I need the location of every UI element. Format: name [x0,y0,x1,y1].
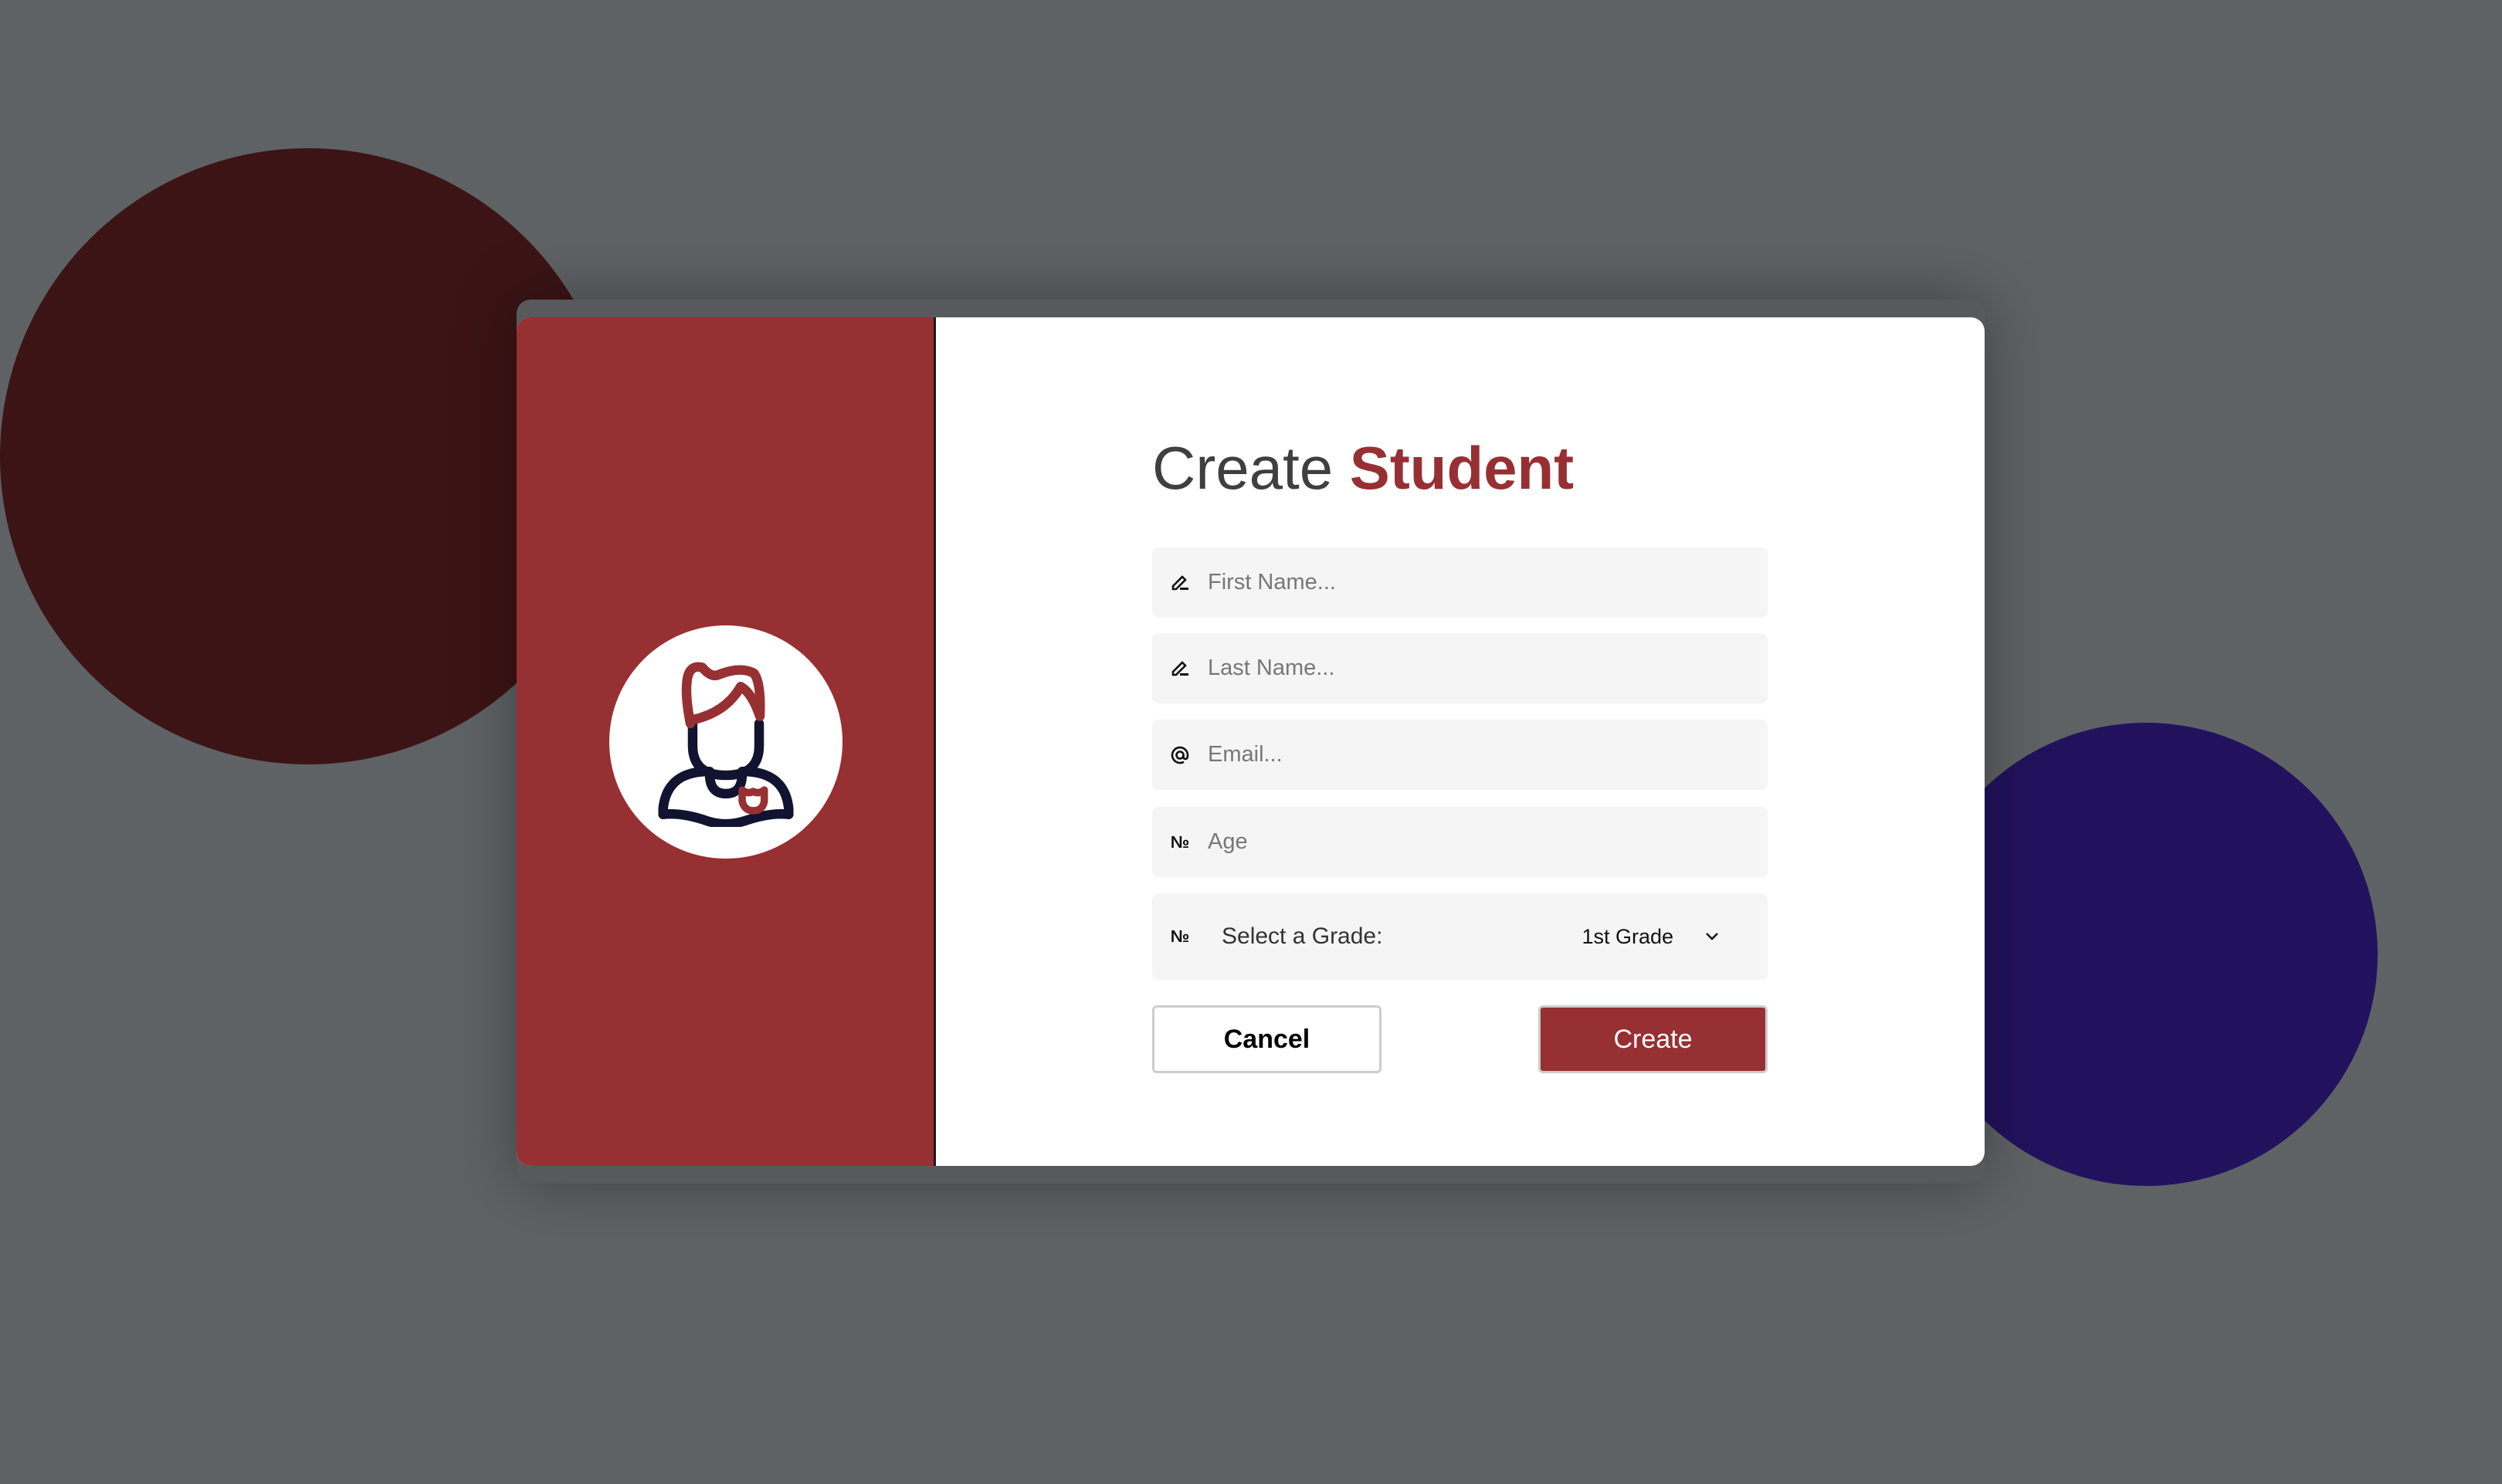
title-highlight: Student [1349,434,1575,502]
at-icon [1169,744,1191,766]
numero-icon: № [1170,832,1190,852]
title-prefix: Create [1152,434,1334,502]
modal-form-panel: Create Student № № Select a Grade: 1st G… [936,317,1985,1166]
modal-side-panel [517,317,936,1166]
create-student-modal: Create Student № № Select a Grade: 1st G… [517,317,1985,1166]
grade-selected-value[interactable]: 1st Grade [1582,925,1673,949]
numero-icon: № [1170,927,1190,946]
email-input[interactable] [1206,741,1768,768]
email-field[interactable] [1152,720,1768,790]
cancel-button[interactable]: Cancel [1152,1005,1382,1073]
student-icon [658,662,794,827]
pencil-icon [1169,658,1191,679]
create-button[interactable]: Create [1538,1005,1768,1073]
chevron-down-icon[interactable] [1704,932,1720,941]
last-name-input[interactable] [1206,655,1768,682]
last-name-field[interactable] [1152,633,1768,703]
grade-label: Select a Grade: [1222,923,1383,949]
age-field[interactable]: № [1152,807,1768,877]
avatar [609,625,842,859]
pencil-icon [1169,572,1191,594]
first-name-input[interactable] [1206,569,1768,596]
age-input[interactable] [1206,828,1768,856]
grade-select[interactable]: № Select a Grade: 1st Grade [1152,893,1768,980]
first-name-field[interactable] [1152,547,1768,618]
page-title: Create Student [1152,433,1574,503]
